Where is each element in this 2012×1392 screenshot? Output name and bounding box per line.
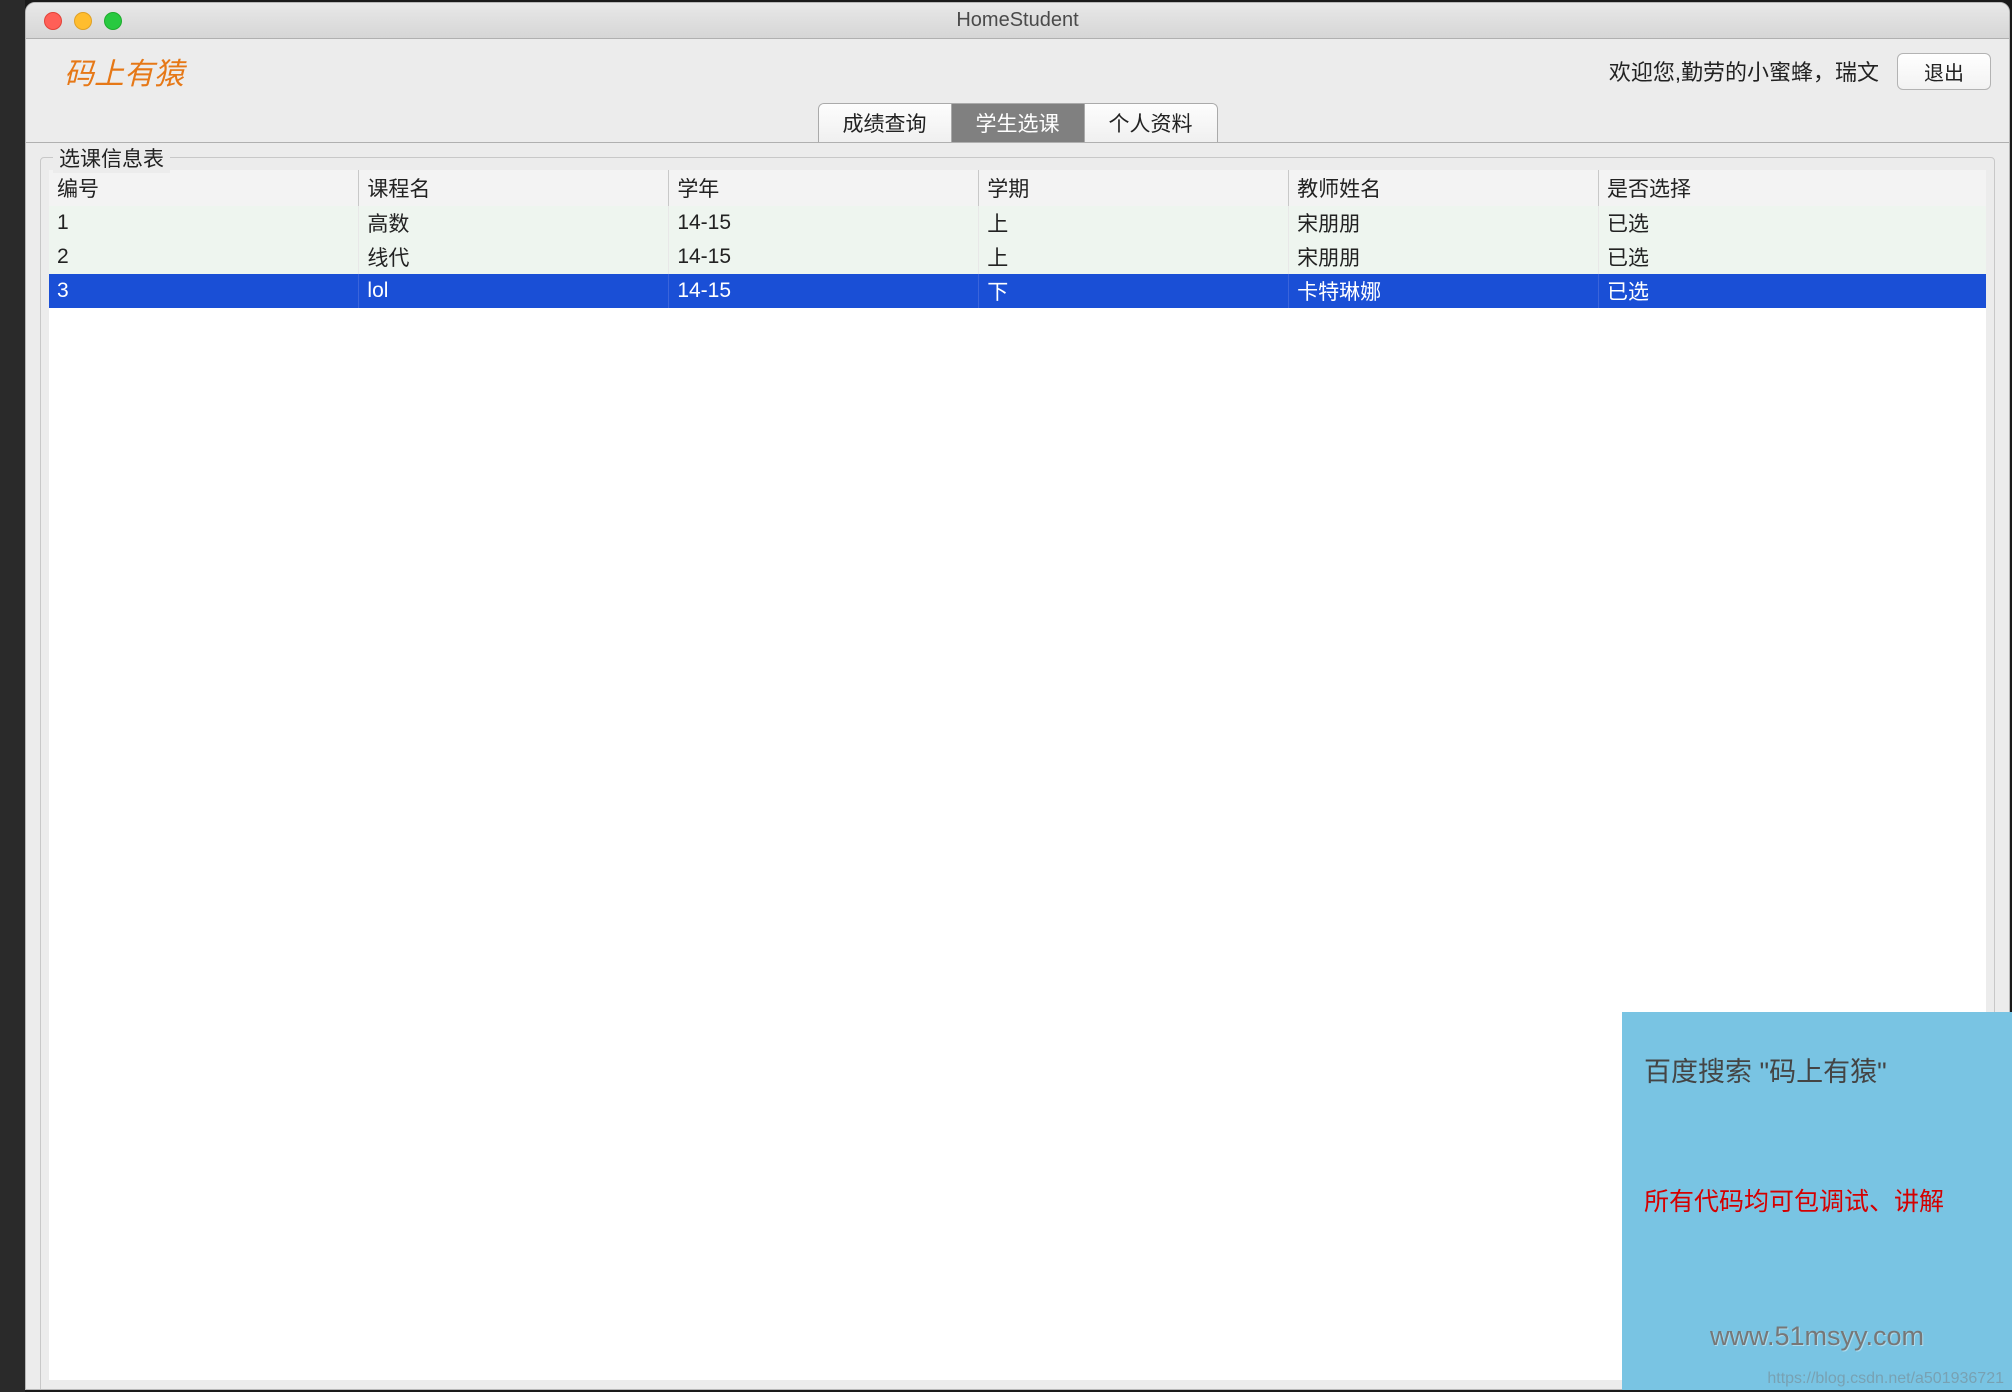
titlebar[interactable]: HomeStudent	[26, 3, 2009, 39]
welcome-area: 欢迎您,勤劳的小蜜蜂，瑞文 退出	[1609, 53, 1991, 90]
cell: 3	[49, 274, 359, 308]
cell: lol	[359, 274, 669, 308]
tab-course-selection[interactable]: 学生选课	[952, 104, 1085, 142]
tab-grades[interactable]: 成绩查询	[819, 104, 952, 142]
table-row[interactable]: 1 高数 14-15 上 宋朋朋 已选	[49, 206, 1986, 240]
window-title: HomeStudent	[956, 9, 1078, 32]
cell: 14-15	[669, 206, 979, 240]
cell: 高数	[359, 206, 669, 240]
cell: 14-15	[669, 240, 979, 274]
col-id[interactable]: 编号	[49, 170, 359, 206]
cell: 卡特琳娜	[1289, 274, 1599, 308]
col-selected[interactable]: 是否选择	[1599, 170, 1986, 206]
background-strip	[0, 0, 25, 1392]
table-row[interactable]: 2 线代 14-15 上 宋朋朋 已选	[49, 240, 1986, 274]
cell: 宋朋朋	[1289, 206, 1599, 240]
watermark: https://blog.csdn.net/a501936721	[1767, 1370, 2004, 1388]
header: 码上有猿 欢迎您,勤劳的小蜜蜂，瑞文 退出	[26, 39, 2009, 101]
welcome-text: 欢迎您,勤劳的小蜜蜂，瑞文	[1609, 55, 1879, 87]
cell: 已选	[1599, 274, 1986, 308]
course-table[interactable]: 编号 课程名 学年 学期 教师姓名 是否选择 1 高数 14-15 上 宋朋朋	[49, 170, 1986, 308]
tab-group: 成绩查询 学生选课 个人资料	[818, 103, 1218, 142]
cell: 上	[979, 206, 1289, 240]
col-term[interactable]: 学期	[979, 170, 1289, 206]
cell: 2	[49, 240, 359, 274]
maximize-icon[interactable]	[104, 12, 122, 30]
brand-logo: 码上有猿	[64, 49, 184, 93]
cell: 14-15	[669, 274, 979, 308]
tab-profile[interactable]: 个人资料	[1085, 104, 1217, 142]
cell: 上	[979, 240, 1289, 274]
col-course[interactable]: 课程名	[359, 170, 669, 206]
promo-line-1: 百度搜索 "码上有猿"	[1644, 1050, 1990, 1089]
cell: 1	[49, 206, 359, 240]
logout-button[interactable]: 退出	[1897, 53, 1991, 90]
promo-url: www.51msyy.com	[1644, 1321, 1990, 1352]
table-row[interactable]: 3 lol 14-15 下 卡特琳娜 已选	[49, 274, 1986, 308]
promo-overlay: 百度搜索 "码上有猿" 所有代码均可包调试、讲解 www.51msyy.com	[1622, 1012, 2012, 1390]
cell: 下	[979, 274, 1289, 308]
table-header-row: 编号 课程名 学年 学期 教师姓名 是否选择	[49, 170, 1986, 206]
cell: 宋朋朋	[1289, 240, 1599, 274]
fieldset-legend: 选课信息表	[53, 143, 170, 173]
traffic-lights	[26, 12, 122, 30]
promo-line-2: 所有代码均可包调试、讲解	[1644, 1182, 1990, 1218]
close-icon[interactable]	[44, 12, 62, 30]
col-year[interactable]: 学年	[669, 170, 979, 206]
minimize-icon[interactable]	[74, 12, 92, 30]
col-teacher[interactable]: 教师姓名	[1289, 170, 1599, 206]
cell: 已选	[1599, 240, 1986, 274]
cell: 线代	[359, 240, 669, 274]
cell: 已选	[1599, 206, 1986, 240]
tab-bar: 成绩查询 学生选课 个人资料	[26, 103, 2009, 143]
